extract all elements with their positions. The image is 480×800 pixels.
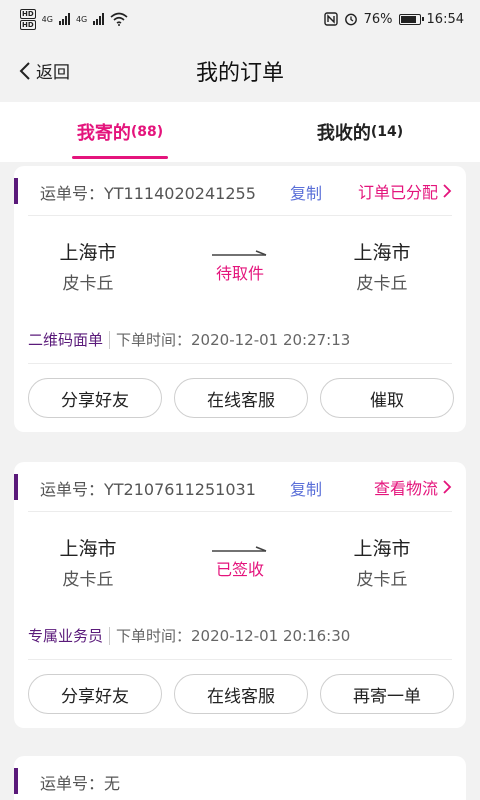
- meta-divider: [109, 330, 111, 349]
- route-info: 上海市 皮卡丘 已签收 上海市 皮卡丘: [28, 512, 452, 612]
- order-header: 运单号：无: [14, 756, 452, 800]
- alarm-icon: [344, 13, 357, 26]
- send-again-button[interactable]: 再寄一单: [320, 674, 454, 714]
- active-tab-indicator: [72, 156, 168, 159]
- receiver-city: 上海市: [353, 538, 411, 560]
- share-button[interactable]: 分享好友: [28, 378, 162, 418]
- page-title: 我的订单: [195, 61, 284, 86]
- waybill-number: 运单号：YT1114020241255: [40, 184, 256, 203]
- customer-service-button[interactable]: 在线客服: [174, 674, 308, 714]
- copy-button[interactable]: 复制: [290, 180, 322, 204]
- meta-divider: [109, 626, 111, 645]
- order-tabs: 我寄的 (88) 我收的 (14): [0, 102, 480, 162]
- chevron-right-icon: [443, 184, 452, 198]
- waybill-number: 运单号：YT2107611251031: [40, 480, 256, 499]
- order-status-link[interactable]: 订单已分配: [358, 179, 452, 203]
- status-bar-left: HD HD 4G 4G: [20, 8, 128, 30]
- wifi-icon: [110, 12, 128, 26]
- view-logistics-link[interactable]: 查看物流: [374, 475, 452, 499]
- hd-badge-1: HD: [20, 8, 36, 19]
- clock: 16:54: [426, 11, 464, 27]
- view-logistics-label: 查看物流: [373, 479, 438, 498]
- order-card: 运单号：YT2107611251031 复制 查看物流 上海市 皮卡丘 已签收 …: [14, 462, 466, 728]
- signal-icon-2: [93, 13, 105, 25]
- tab-received-label: 我收的: [316, 123, 371, 144]
- receiver-city: 上海市: [353, 242, 411, 264]
- copy-button[interactable]: 复制: [290, 476, 322, 500]
- receiver-district: 皮卡丘: [356, 570, 408, 590]
- tab-sent-count: (88): [130, 124, 164, 140]
- nfc-icon: [323, 12, 338, 26]
- tab-received-count: (14): [370, 124, 404, 140]
- order-actions: 分享好友 在线客服 再寄一单: [28, 660, 454, 726]
- chevron-right-icon: [443, 480, 452, 494]
- status-bar-right: 76% 16:54: [323, 11, 464, 27]
- order-time: 下单时间：2020-12-01 20:16:30: [116, 627, 351, 645]
- waybill-number: 运单号：无: [40, 774, 121, 793]
- nav-bar: 返回 我的订单: [0, 38, 480, 102]
- network-type-1: 4G: [41, 14, 53, 24]
- signal-icon: [58, 13, 70, 25]
- tab-sent-label: 我寄的: [76, 123, 131, 144]
- battery-icon: [398, 13, 424, 25]
- battery-percent: 76%: [363, 11, 393, 27]
- network-type-2: 4G: [75, 14, 88, 24]
- customer-service-button[interactable]: 在线客服: [174, 378, 308, 418]
- order-card: 运单号：无: [14, 756, 466, 800]
- urge-pickup-button[interactable]: 催取: [320, 378, 454, 418]
- share-button[interactable]: 分享好友: [28, 674, 162, 714]
- order-header: 运单号：YT2107611251031 复制 查看物流: [14, 462, 452, 512]
- receiver-location: 上海市 皮卡丘: [322, 238, 442, 294]
- tab-sent[interactable]: 我寄的 (88): [40, 102, 200, 162]
- order-meta: 专属业务员 下单时间：2020-12-01 20:16:30: [28, 612, 452, 660]
- header-accent-bar: [14, 768, 18, 794]
- route-arrow-icon: [212, 546, 267, 552]
- route-info: 上海市 皮卡丘 待取件 上海市 皮卡丘: [28, 216, 452, 316]
- hd-badge-2: HD: [20, 19, 36, 30]
- order-time: 下单时间：2020-12-01 20:27:13: [116, 331, 351, 349]
- order-meta: 二维码面单 下单时间：2020-12-01 20:27:13: [28, 316, 452, 364]
- hd-indicator: HD HD: [20, 8, 36, 30]
- order-tag: 二维码面单: [28, 331, 104, 349]
- route-arrow-icon: [212, 250, 267, 256]
- receiver-location: 上海市 皮卡丘: [322, 534, 442, 590]
- header-accent-bar: [14, 474, 18, 500]
- order-header: 运单号：YT1114020241255 复制 订单已分配: [14, 166, 452, 216]
- order-card: 运单号：YT1114020241255 复制 订单已分配 上海市 皮卡丘 待取件…: [14, 166, 466, 432]
- order-status-label: 订单已分配: [357, 183, 438, 202]
- order-tag: 专属业务员: [28, 627, 104, 645]
- header-accent-bar: [14, 178, 18, 204]
- receiver-district: 皮卡丘: [356, 274, 408, 294]
- order-actions: 分享好友 在线客服 催取: [28, 364, 454, 430]
- tab-received[interactable]: 我收的 (14): [280, 102, 440, 162]
- status-bar: HD HD 4G 4G 76% 16:54: [0, 0, 480, 38]
